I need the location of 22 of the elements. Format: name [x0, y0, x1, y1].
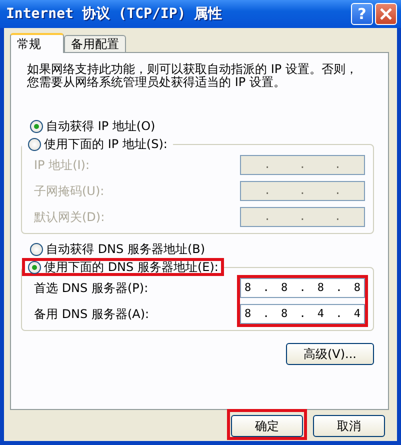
close-icon	[379, 7, 393, 21]
ip-address-field[interactable]: 8 . 8 . 8 . 8	[240, 278, 365, 298]
field-label: 子网掩码(U):	[34, 182, 104, 200]
field-label: IP 地址(I):	[34, 156, 90, 174]
field-label: 默认网关(D):	[34, 208, 105, 226]
radio-icon	[30, 120, 43, 132]
tab[interactable]: 常规	[10, 33, 64, 53]
radio-icon	[28, 260, 41, 274]
ok-button[interactable]: 确定	[231, 415, 303, 437]
close-button[interactable]	[375, 3, 397, 25]
tab[interactable]: 备用配置	[64, 35, 126, 52]
help-button[interactable]: ?	[351, 3, 373, 25]
cancel-button[interactable]: 取消	[313, 415, 385, 437]
ip-address-field[interactable]: 8 . 8 . 4 . 4	[240, 304, 365, 324]
window-title: Internet 协议 (TCP/IP) 属性	[6, 5, 222, 23]
advanced-button[interactable]: 高级(V)...	[286, 343, 374, 365]
radio-option[interactable]: 使用下面的 DNS 服务器地址(E):	[22, 258, 224, 276]
radio-icon	[30, 242, 43, 256]
field-label: 首选 DNS 服务器(P):	[34, 280, 148, 296]
field-label: 备用 DNS 服务器(A):	[34, 306, 150, 322]
description-text: 如果网络支持此功能，则可以获取自动指派的 IP 设置。否则， 您需要从网络系统管理员处获得适当的 IP 设置。	[27, 63, 358, 89]
radio-icon	[28, 138, 41, 150]
